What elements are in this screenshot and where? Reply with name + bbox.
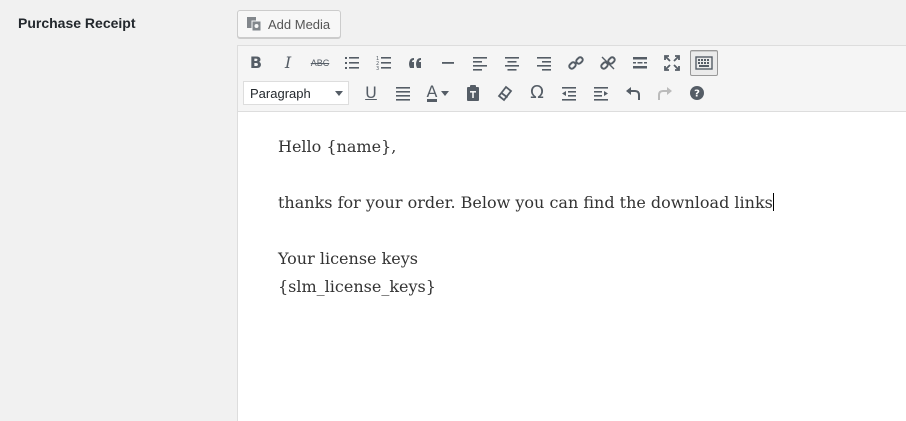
remove-link-button[interactable] <box>594 50 622 76</box>
editor-toolbar: B I ABC 123 Paragraph U A Ω ? <box>238 46 906 112</box>
redo-icon <box>658 87 672 100</box>
clear-formatting-button[interactable] <box>491 80 519 106</box>
paste-as-text-button[interactable] <box>459 80 487 106</box>
horizontal-line-button[interactable] <box>434 50 462 76</box>
text-color-icon: A <box>426 81 438 102</box>
toolbar-row-2: Paragraph U A Ω ? <box>242 79 715 107</box>
align-left-icon <box>473 57 487 71</box>
format-select[interactable]: Paragraph <box>243 81 349 105</box>
outdent-button[interactable] <box>555 80 583 106</box>
add-media-button[interactable]: Add Media <box>237 10 341 38</box>
help-icon: ? <box>690 86 704 100</box>
help-button[interactable]: ? <box>683 80 711 106</box>
indent-button[interactable] <box>587 80 615 106</box>
eraser-icon <box>497 85 513 102</box>
fullscreen-icon <box>664 55 680 71</box>
media-icon <box>247 17 262 32</box>
greeting-line: Hello {name}, <box>278 137 397 156</box>
license-placeholder-line: {slm_license_keys} <box>278 277 436 296</box>
toolbar-toggle-icon <box>695 56 713 70</box>
indent-icon <box>594 87 608 101</box>
rich-text-editor: B I ABC 123 Paragraph U A Ω ? Hello {nam… <box>237 45 906 421</box>
chevron-down-icon <box>441 90 450 96</box>
format-select-value: Paragraph <box>250 85 311 101</box>
undo-icon <box>626 87 640 100</box>
align-right-button[interactable] <box>530 50 558 76</box>
svg-text:3: 3 <box>376 66 379 72</box>
align-left-button[interactable] <box>466 50 494 76</box>
align-center-icon <box>505 57 519 71</box>
italic-button[interactable]: I <box>274 50 302 76</box>
justify-icon <box>396 87 410 101</box>
insert-link-button[interactable] <box>562 50 590 76</box>
bullet-list-icon <box>345 57 359 69</box>
bullet-list-button[interactable] <box>338 50 366 76</box>
strikethrough-icon: ABC <box>310 58 330 68</box>
add-media-label: Add Media <box>268 16 331 32</box>
horizontal-line-icon <box>442 62 454 64</box>
redo-button[interactable] <box>651 80 679 106</box>
fullscreen-button[interactable] <box>658 50 686 76</box>
align-right-icon <box>537 57 551 71</box>
outdent-icon <box>562 87 576 101</box>
align-center-button[interactable] <box>498 50 526 76</box>
text-cursor <box>772 193 774 211</box>
editor-content[interactable]: Hello {name}, thanks for your order. Bel… <box>238 112 906 301</box>
toolbar-toggle-button[interactable] <box>690 50 718 76</box>
omega-icon: Ω <box>530 82 544 103</box>
body-line: thanks for your order. Below you can fin… <box>278 189 906 217</box>
bold-icon: B <box>249 53 263 72</box>
blockquote-icon <box>409 58 421 68</box>
underline-icon: U <box>365 83 377 102</box>
purchase-receipt-label: Purchase Receipt <box>18 15 136 31</box>
bold-button[interactable]: B <box>242 50 270 76</box>
paste-text-icon <box>467 85 479 101</box>
justify-button[interactable] <box>389 80 417 106</box>
italic-icon: I <box>284 53 292 72</box>
underline-button[interactable]: U <box>357 80 385 106</box>
toolbar-row-1: B I ABC 123 <box>242 49 722 77</box>
unlink-icon <box>600 56 616 70</box>
special-character-button[interactable]: Ω <box>523 80 551 106</box>
undo-button[interactable] <box>619 80 647 106</box>
read-more-button[interactable] <box>626 50 654 76</box>
read-more-icon <box>633 57 647 69</box>
strikethrough-button[interactable]: ABC <box>306 50 334 76</box>
link-icon <box>568 56 584 70</box>
chevron-down-icon <box>335 90 343 96</box>
text-color-button[interactable]: A <box>421 80 455 106</box>
numbered-list-icon: 123 <box>376 56 391 72</box>
blockquote-button[interactable] <box>402 50 430 76</box>
license-heading-line: Your license keys <box>278 249 418 268</box>
svg-text:?: ? <box>694 89 700 100</box>
numbered-list-button[interactable]: 123 <box>370 50 398 76</box>
body-text: thanks for your order. Below you can fin… <box>278 193 773 212</box>
